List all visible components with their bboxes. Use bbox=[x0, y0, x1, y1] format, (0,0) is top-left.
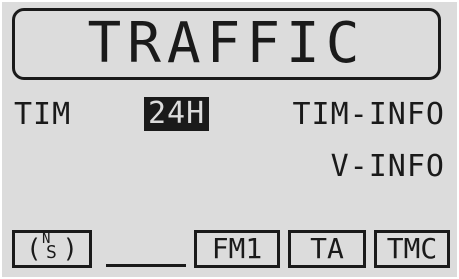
band-indicator: FM1 bbox=[194, 230, 280, 268]
title-frame: TRAFFIC bbox=[12, 8, 441, 80]
tmc-indicator: TMC bbox=[374, 230, 450, 268]
ta-indicator: TA bbox=[288, 230, 366, 268]
bracket-left-icon: ( bbox=[26, 234, 42, 264]
ns-s-letter: S bbox=[46, 242, 57, 263]
bracket-right-icon: ) bbox=[62, 234, 78, 264]
empty-field-underline bbox=[106, 264, 186, 267]
navigation-source-indicator: ( N S ) bbox=[12, 230, 92, 268]
v-info-item[interactable]: V-INFO bbox=[331, 152, 445, 182]
page-title: TRAFFIC bbox=[87, 11, 366, 76]
tim-label: TIM bbox=[14, 97, 72, 132]
time-mode-badge[interactable]: 24H bbox=[144, 97, 210, 131]
ns-icon: ( N S ) bbox=[26, 232, 78, 264]
status-bar: ( N S ) FM1 TA TMC bbox=[12, 230, 450, 270]
tim-info-item[interactable]: TIM-INFO bbox=[293, 100, 446, 130]
lcd-display: TRAFFIC TIM 24H TIM-INFO V-INFO ( N S ) … bbox=[2, 2, 457, 277]
